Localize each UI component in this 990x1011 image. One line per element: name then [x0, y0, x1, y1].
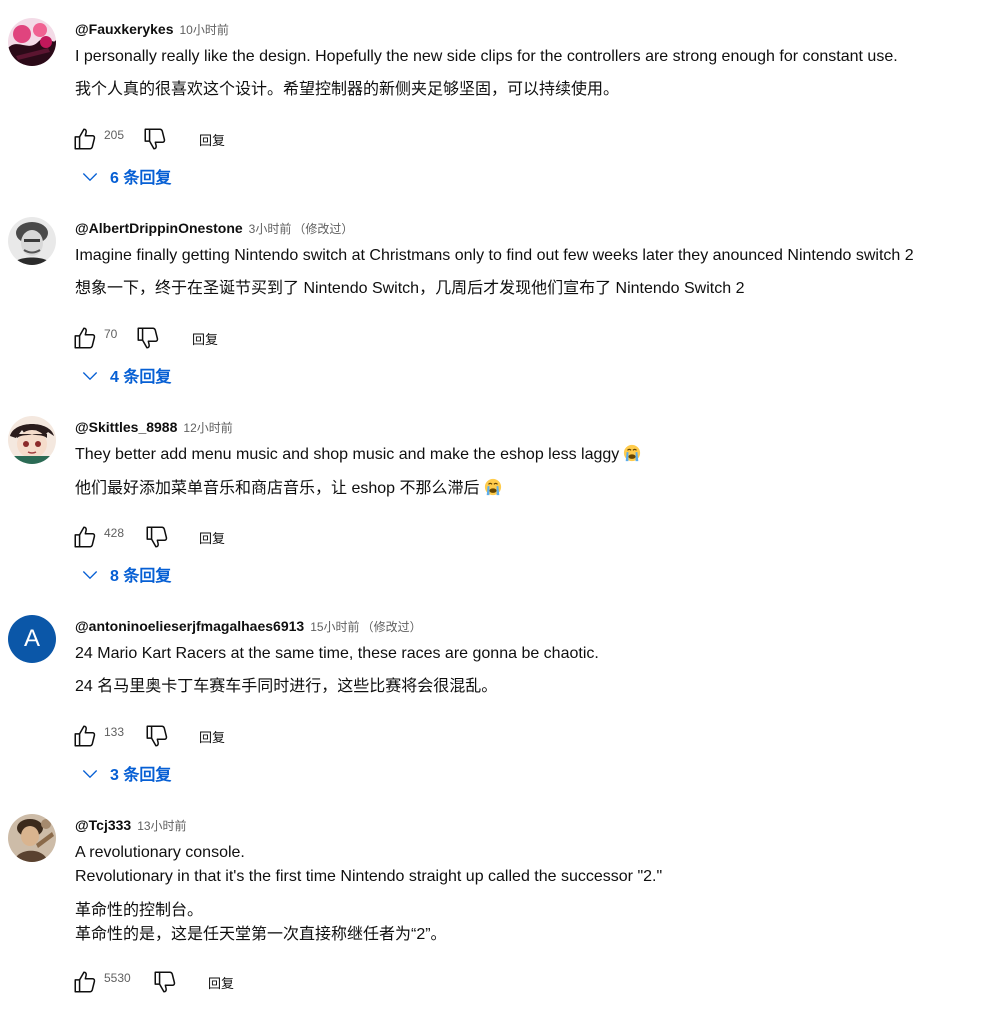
like-count: 133 — [104, 725, 125, 739]
reply-button[interactable]: 回复 — [199, 528, 225, 547]
like-count: 428 — [104, 526, 125, 540]
comment-text: I personally really like the design. Hop… — [75, 48, 898, 65]
comment-text: Imagine finally getting Nintendo switch … — [75, 247, 914, 264]
comment-text: 24 Mario Kart Racers at the same time, t… — [75, 645, 599, 662]
crying-face-emoji-icon — [624, 444, 641, 462]
comment-header: @Fauxkerykes 10小时前 — [75, 18, 229, 40]
like-count: 205 — [104, 128, 125, 142]
thumb-up-icon — [74, 725, 96, 747]
avatar-image — [8, 814, 56, 862]
view-replies-button[interactable]: 3 条回复 — [80, 761, 171, 785]
translated-text: 革命性的是，这是任天堂第一次直接称继任者为“2”。 — [75, 926, 447, 943]
thumb-up-icon — [74, 327, 96, 349]
timestamp[interactable]: 10小时前 — [180, 21, 229, 38]
author-name[interactable]: @antoninoelieserjfmagalhaes6913 — [75, 618, 304, 634]
timestamp[interactable]: 12小时前 — [183, 419, 232, 436]
dislike-button[interactable] — [144, 723, 170, 749]
like-count: 5530 — [104, 971, 131, 985]
comment-header: @AlbertDrippinOnestone 3小时前 （修改过） — [75, 217, 353, 239]
thumb-up-icon — [74, 526, 96, 548]
reply-button[interactable]: 回复 — [192, 329, 218, 348]
like-button[interactable] — [72, 325, 98, 351]
timestamp[interactable]: 3小时前 — [249, 220, 292, 237]
avatar[interactable] — [8, 416, 56, 464]
comment-text: A revolutionary console. — [75, 844, 245, 861]
view-replies-button[interactable]: 4 条回复 — [80, 363, 171, 387]
avatar-letter: A — [23, 625, 40, 652]
dislike-button[interactable] — [144, 524, 170, 550]
view-replies-button[interactable]: 6 条回复 — [80, 164, 171, 188]
timestamp[interactable]: 13小时前 — [137, 817, 186, 834]
replies-label: 6 条回复 — [110, 170, 172, 187]
comment-header: @Tcj333 13小时前 — [75, 814, 187, 836]
replies-label: 3 条回复 — [110, 767, 172, 784]
thumb-down-icon — [146, 725, 168, 747]
translated-text-body: 他们最好添加菜单音乐和商店音乐，让 eshop 不那么滞后 — [75, 480, 480, 497]
view-replies-button[interactable]: 8 条回复 — [80, 562, 171, 586]
thumb-down-icon — [144, 128, 166, 150]
dislike-button[interactable] — [152, 969, 178, 995]
like-count: 70 — [104, 327, 118, 341]
action-bar: 70 回复 — [72, 324, 272, 352]
avatar-image — [8, 217, 56, 265]
reply-button[interactable]: 回复 — [208, 973, 234, 992]
like-button[interactable] — [72, 969, 98, 995]
chevron-down-icon — [82, 372, 98, 381]
translated-text: 24 名马里奥卡丁车赛车手同时进行，这些比赛将会很混乱。 — [75, 678, 498, 695]
author-name[interactable]: @Fauxkerykes — [75, 21, 174, 37]
thumb-up-icon — [74, 128, 96, 150]
comment-header: @antoninoelieserjfmagalhaes6913 15小时前 （修… — [75, 615, 422, 637]
comment-text-body: They better add menu music and shop musi… — [75, 446, 620, 463]
action-bar: 428 回复 — [72, 523, 272, 551]
chevron-down-icon — [82, 571, 98, 580]
like-button[interactable] — [72, 524, 98, 550]
edited-label: （修改过） — [361, 619, 422, 634]
action-bar: 5530 回复 — [72, 968, 272, 996]
reply-button[interactable]: 回复 — [199, 130, 225, 149]
avatar-image — [8, 18, 56, 66]
like-button[interactable] — [72, 126, 98, 152]
thumb-up-icon — [74, 971, 96, 993]
author-name[interactable]: @Tcj333 — [75, 817, 131, 833]
timestamp[interactable]: 15小时前 — [310, 618, 359, 635]
dislike-button[interactable] — [135, 325, 161, 351]
crying-face-emoji-icon — [484, 478, 501, 496]
translated-text: 革命性的控制台。 — [75, 902, 204, 919]
translated-text: 想象一下，终于在圣诞节买到了 Nintendo Switch，几周后才发现他们宣… — [75, 280, 745, 297]
author-name[interactable]: @Skittles_8988 — [75, 419, 177, 435]
chevron-down-icon — [82, 173, 98, 182]
chevron-down-icon — [82, 770, 98, 779]
thumb-down-icon — [137, 327, 159, 349]
action-bar: 133 回复 — [72, 722, 272, 750]
replies-label: 8 条回复 — [110, 568, 172, 585]
edited-label: （修改过） — [293, 221, 354, 236]
avatar[interactable]: A — [8, 615, 56, 663]
action-bar: 205 回复 — [72, 125, 272, 153]
replies-label: 4 条回复 — [110, 369, 172, 386]
reply-button[interactable]: 回复 — [199, 727, 225, 746]
like-button[interactable] — [72, 723, 98, 749]
comment-text: Revolutionary in that it's the first tim… — [75, 868, 663, 885]
comment-header: @Skittles_8988 12小时前 — [75, 416, 233, 438]
avatar[interactable] — [8, 18, 56, 66]
thumb-down-icon — [154, 971, 176, 993]
avatar[interactable] — [8, 814, 56, 862]
thumb-down-icon — [146, 526, 168, 548]
avatar[interactable] — [8, 217, 56, 265]
translated-text: 我个人真的很喜欢这个设计。希望控制器的新侧夹足够坚固，可以持续使用。 — [75, 81, 620, 98]
author-name[interactable]: @AlbertDrippinOnestone — [75, 220, 243, 236]
translated-text: 他们最好添加菜单音乐和商店音乐，让 eshop 不那么滞后 — [75, 478, 502, 500]
dislike-button[interactable] — [142, 126, 168, 152]
avatar-image — [8, 416, 56, 464]
comment-text: They better add menu music and shop musi… — [75, 444, 641, 466]
